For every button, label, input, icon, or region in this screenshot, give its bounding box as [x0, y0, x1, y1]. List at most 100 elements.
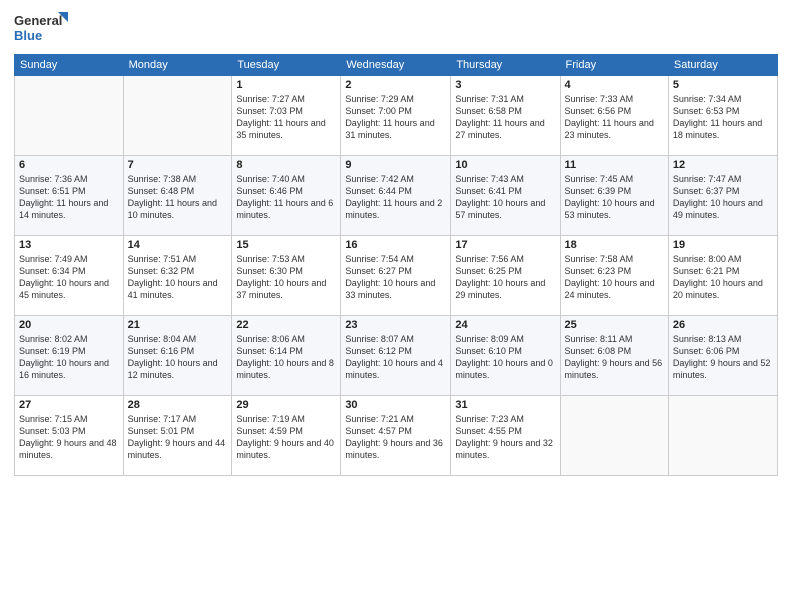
- day-number: 8: [236, 159, 336, 171]
- day-number: 11: [565, 159, 664, 171]
- day-number: 27: [19, 399, 119, 411]
- calendar-cell: 3 Sunrise: 7:31 AM Sunset: 6:58 PM Daylig…: [451, 76, 560, 156]
- day-info: Sunrise: 7:43 AM Sunset: 6:41 PM Dayligh…: [455, 173, 555, 222]
- day-info: Sunrise: 8:04 AM Sunset: 6:16 PM Dayligh…: [128, 333, 228, 382]
- day-number: 26: [673, 319, 773, 331]
- calendar-header-friday: Friday: [560, 55, 668, 76]
- day-number: 17: [455, 239, 555, 251]
- calendar-cell: 12Sunrise: 7:47 AM Sunset: 6:37 PM Dayli…: [668, 156, 777, 236]
- calendar-cell: 8Sunrise: 7:40 AM Sunset: 6:46 PM Daylig…: [232, 156, 341, 236]
- day-info: Sunrise: 7:21 AM Sunset: 4:57 PM Dayligh…: [345, 413, 446, 462]
- calendar-cell: 11 Sunrise: 7:45 AM Sunset: 6:39 PM Dayli…: [560, 156, 668, 236]
- day-info: Sunrise: 8:06 AM Sunset: 6:14 PM Dayligh…: [236, 333, 336, 382]
- calendar-cell: 7 Sunrise: 7:38 AM Sunset: 6:48 PM Daylig…: [123, 156, 232, 236]
- day-number: 29: [236, 399, 336, 411]
- calendar-header-row: SundayMondayTuesdayWednesdayThursdayFrid…: [15, 55, 778, 76]
- day-number: 1: [236, 79, 336, 91]
- day-info: Sunrise: 7:54 AM Sunset: 6:27 PM Dayligh…: [345, 253, 446, 302]
- day-number: 20: [19, 319, 119, 331]
- day-number: 24: [455, 319, 555, 331]
- calendar-cell: 30 Sunrise: 7:21 AM Sunset: 4:57 PM Dayli…: [341, 396, 451, 476]
- day-info: Sunrise: 7:34 AM Sunset: 6:53 PM Dayligh…: [673, 93, 773, 142]
- day-info: Sunrise: 7:15 AM Sunset: 5:03 PM Dayligh…: [19, 413, 119, 462]
- day-number: 22: [236, 319, 336, 331]
- calendar-cell: 6Sunrise: 7:36 AM Sunset: 6:51 PM Daylig…: [15, 156, 124, 236]
- calendar-cell: 20Sunrise: 8:02 AM Sunset: 6:19 PM Dayli…: [15, 316, 124, 396]
- day-info: Sunrise: 7:17 AM Sunset: 5:01 PM Dayligh…: [128, 413, 228, 462]
- day-number: 9: [345, 159, 446, 171]
- day-info: Sunrise: 7:53 AM Sunset: 6:30 PM Dayligh…: [236, 253, 336, 302]
- calendar-cell: 26 Sunrise: 8:13 AM Sunset: 6:06 PM Dayli…: [668, 316, 777, 396]
- calendar-cell: 16 Sunrise: 7:54 AM Sunset: 6:27 PM Dayli…: [341, 236, 451, 316]
- calendar-cell: [123, 76, 232, 156]
- day-number: 7: [128, 159, 228, 171]
- calendar-cell: 5 Sunrise: 7:34 AM Sunset: 6:53 PM Daylig…: [668, 76, 777, 156]
- day-number: 12: [673, 159, 773, 171]
- day-info: Sunrise: 7:49 AM Sunset: 6:34 PM Dayligh…: [19, 253, 119, 302]
- calendar-cell: 13 Sunrise: 7:49 AM Sunset: 6:34 PM Dayli…: [15, 236, 124, 316]
- day-number: 18: [565, 239, 664, 251]
- day-info: Sunrise: 7:42 AM Sunset: 6:44 PM Dayligh…: [345, 173, 446, 222]
- calendar-cell: 24 Sunrise: 8:09 AM Sunset: 6:10 PM Dayli…: [451, 316, 560, 396]
- calendar-cell: [668, 396, 777, 476]
- logo: General Blue: [14, 10, 74, 46]
- day-info: Sunrise: 7:29 AM Sunset: 7:00 PM Dayligh…: [345, 93, 446, 142]
- calendar-cell: 28 Sunrise: 7:17 AM Sunset: 5:01 PM Dayli…: [123, 396, 232, 476]
- calendar-cell: [560, 396, 668, 476]
- calendar-cell: 19 Sunrise: 8:00 AM Sunset: 6:21 PM Dayli…: [668, 236, 777, 316]
- day-info: Sunrise: 8:00 AM Sunset: 6:21 PM Dayligh…: [673, 253, 773, 302]
- svg-text:Blue: Blue: [14, 28, 42, 43]
- calendar-cell: 25Sunrise: 8:11 AM Sunset: 6:08 PM Dayli…: [560, 316, 668, 396]
- day-number: 2: [345, 79, 446, 91]
- day-number: 28: [128, 399, 228, 411]
- day-number: 13: [19, 239, 119, 251]
- calendar-cell: 14 Sunrise: 7:51 AM Sunset: 6:32 PM Dayli…: [123, 236, 232, 316]
- day-number: 15: [236, 239, 336, 251]
- calendar-week-4: 27 Sunrise: 7:15 AM Sunset: 5:03 PM Dayli…: [15, 396, 778, 476]
- calendar-cell: 4Sunrise: 7:33 AM Sunset: 6:56 PM Daylig…: [560, 76, 668, 156]
- calendar-header-sunday: Sunday: [15, 55, 124, 76]
- day-info: Sunrise: 7:51 AM Sunset: 6:32 PM Dayligh…: [128, 253, 228, 302]
- day-info: Sunrise: 8:09 AM Sunset: 6:10 PM Dayligh…: [455, 333, 555, 382]
- calendar-week-1: 6Sunrise: 7:36 AM Sunset: 6:51 PM Daylig…: [15, 156, 778, 236]
- calendar-cell: 22 Sunrise: 8:06 AM Sunset: 6:14 PM Dayli…: [232, 316, 341, 396]
- calendar-cell: 15 Sunrise: 7:53 AM Sunset: 6:30 PM Dayli…: [232, 236, 341, 316]
- day-info: Sunrise: 8:13 AM Sunset: 6:06 PM Dayligh…: [673, 333, 773, 382]
- calendar-header-saturday: Saturday: [668, 55, 777, 76]
- day-number: 16: [345, 239, 446, 251]
- day-number: 30: [345, 399, 446, 411]
- day-number: 6: [19, 159, 119, 171]
- day-info: Sunrise: 7:58 AM Sunset: 6:23 PM Dayligh…: [565, 253, 664, 302]
- day-info: Sunrise: 7:23 AM Sunset: 4:55 PM Dayligh…: [455, 413, 555, 462]
- calendar-header-thursday: Thursday: [451, 55, 560, 76]
- day-number: 21: [128, 319, 228, 331]
- day-number: 5: [673, 79, 773, 91]
- calendar-cell: 9 Sunrise: 7:42 AM Sunset: 6:44 PM Daylig…: [341, 156, 451, 236]
- day-info: Sunrise: 7:45 AM Sunset: 6:39 PM Dayligh…: [565, 173, 664, 222]
- calendar-cell: 29Sunrise: 7:19 AM Sunset: 4:59 PM Dayli…: [232, 396, 341, 476]
- day-info: Sunrise: 7:33 AM Sunset: 6:56 PM Dayligh…: [565, 93, 664, 142]
- calendar-cell: [15, 76, 124, 156]
- day-number: 3: [455, 79, 555, 91]
- calendar-week-2: 13 Sunrise: 7:49 AM Sunset: 6:34 PM Dayli…: [15, 236, 778, 316]
- day-info: Sunrise: 8:11 AM Sunset: 6:08 PM Dayligh…: [565, 333, 664, 382]
- day-number: 31: [455, 399, 555, 411]
- day-info: Sunrise: 7:38 AM Sunset: 6:48 PM Dayligh…: [128, 173, 228, 222]
- calendar-week-3: 20Sunrise: 8:02 AM Sunset: 6:19 PM Dayli…: [15, 316, 778, 396]
- calendar-cell: 31 Sunrise: 7:23 AM Sunset: 4:55 PM Dayli…: [451, 396, 560, 476]
- day-number: 23: [345, 319, 446, 331]
- calendar-cell: 1Sunrise: 7:27 AM Sunset: 7:03 PM Daylig…: [232, 76, 341, 156]
- day-info: Sunrise: 7:31 AM Sunset: 6:58 PM Dayligh…: [455, 93, 555, 142]
- calendar: SundayMondayTuesdayWednesdayThursdayFrid…: [14, 54, 778, 476]
- calendar-week-0: 1Sunrise: 7:27 AM Sunset: 7:03 PM Daylig…: [15, 76, 778, 156]
- logo-svg: General Blue: [14, 10, 74, 46]
- day-info: Sunrise: 8:07 AM Sunset: 6:12 PM Dayligh…: [345, 333, 446, 382]
- day-number: 14: [128, 239, 228, 251]
- svg-text:General: General: [14, 13, 62, 28]
- day-number: 19: [673, 239, 773, 251]
- calendar-cell: 10Sunrise: 7:43 AM Sunset: 6:41 PM Dayli…: [451, 156, 560, 236]
- calendar-cell: 21 Sunrise: 8:04 AM Sunset: 6:16 PM Dayli…: [123, 316, 232, 396]
- calendar-cell: 27 Sunrise: 7:15 AM Sunset: 5:03 PM Dayli…: [15, 396, 124, 476]
- day-info: Sunrise: 7:56 AM Sunset: 6:25 PM Dayligh…: [455, 253, 555, 302]
- calendar-body: 1Sunrise: 7:27 AM Sunset: 7:03 PM Daylig…: [15, 76, 778, 476]
